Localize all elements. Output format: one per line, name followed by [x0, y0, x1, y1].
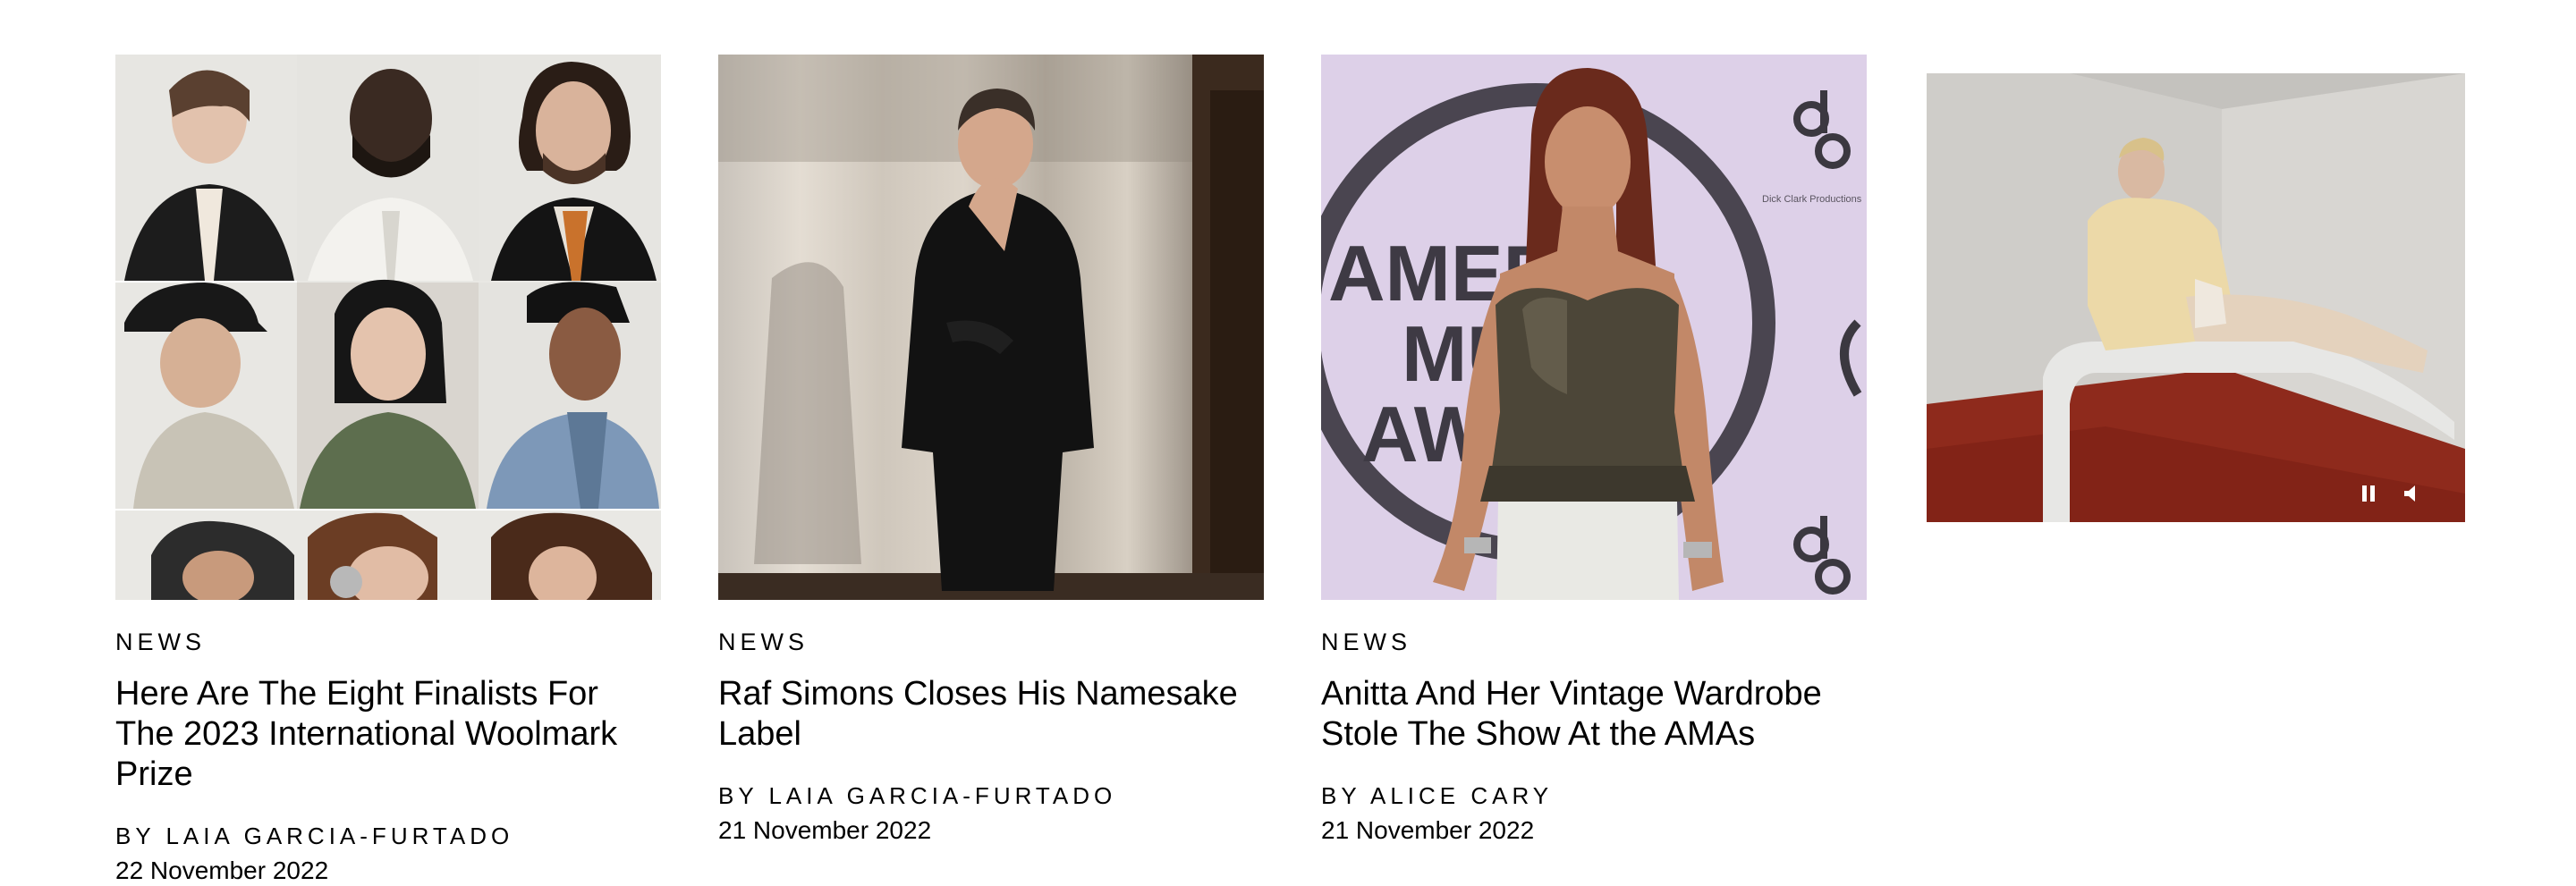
article-headline[interactable]: Anitta And Her Vintage Wardrobe Stole Th…: [1321, 674, 1867, 755]
video-player[interactable]: [1927, 73, 2465, 522]
article-card[interactable]: AMER MU AW Dick Clark Productions NEWS A…: [1321, 55, 1867, 846]
article-image-anitta-amas[interactable]: AMER MU AW Dick Clark Productions: [1321, 55, 1867, 600]
article-date: 21 November 2022: [1321, 816, 1535, 844]
article-image-raf-simons[interactable]: [718, 55, 1264, 600]
article-rubric[interactable]: NEWS: [1321, 628, 1867, 656]
speaker-icon[interactable]: [2401, 481, 2426, 506]
svg-text:Dick Clark Productions: Dick Clark Productions: [1762, 194, 1862, 205]
article-card[interactable]: NEWS Here Are The Eight Finalists For Th…: [115, 55, 661, 886]
article-card[interactable]: NEWS Raf Simons Closes His Namesake Labe…: [718, 55, 1264, 846]
article-image-woolmark-finalists[interactable]: [115, 55, 661, 600]
article-byline[interactable]: BY LAIA GARCIA-FURTADO: [718, 781, 1264, 810]
article-headline[interactable]: Here Are The Eight Finalists For The 202…: [115, 674, 661, 795]
article-date: 21 November 2022: [718, 816, 932, 844]
pause-icon[interactable]: [2356, 481, 2381, 506]
article-rubric[interactable]: NEWS: [718, 628, 1264, 656]
article-grid: NEWS Here Are The Eight Finalists For Th…: [0, 0, 2576, 884]
article-rubric[interactable]: NEWS: [115, 628, 661, 656]
video-frame: [1927, 73, 2465, 522]
article-byline[interactable]: BY ALICE CARY: [1321, 781, 1867, 810]
article-byline[interactable]: BY LAIA GARCIA-FURTADO: [115, 822, 661, 850]
article-headline[interactable]: Raf Simons Closes His Namesake Label: [718, 674, 1264, 755]
article-date: 22 November 2022: [115, 856, 329, 884]
